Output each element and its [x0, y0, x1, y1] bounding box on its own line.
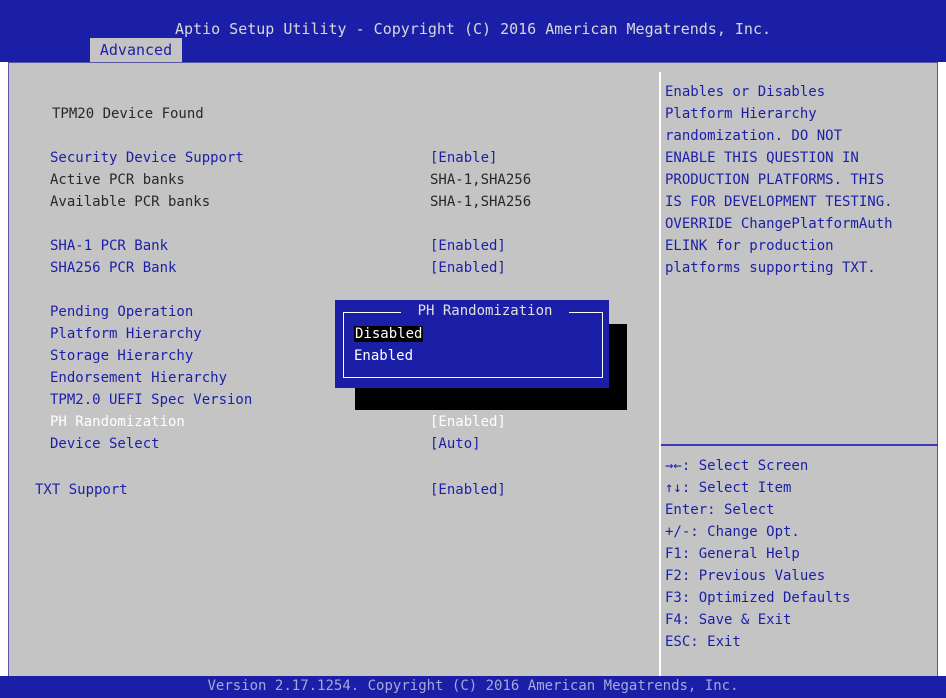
endorsement-hierarchy-item[interactable]: Endorsement Hierarchy	[50, 370, 227, 386]
pending-operation-item[interactable]: Pending Operation	[50, 304, 193, 320]
device-found-text: TPM20 Device Found	[52, 106, 204, 122]
key-hint-select-item: ↑↓: Select Item	[665, 480, 792, 496]
help-line: OVERRIDE ChangePlatformAuth	[665, 216, 893, 232]
popup-option-disabled[interactable]: Disabled	[354, 326, 424, 342]
ph-randomization-item[interactable]: PH Randomization	[50, 414, 185, 430]
popup-frame	[343, 312, 603, 378]
help-separator	[661, 444, 938, 446]
help-divider	[659, 72, 661, 676]
ph-randomization-value[interactable]: [Enabled]	[430, 414, 506, 430]
help-line: Platform Hierarchy	[665, 106, 817, 122]
storage-hierarchy-item[interactable]: Storage Hierarchy	[50, 348, 193, 364]
app-title: Aptio Setup Utility - Copyright (C) 2016…	[174, 20, 772, 38]
version-text: Version 2.17.1254. Copyright (C) 2016 Am…	[207, 678, 739, 694]
popup-frame-top-right	[569, 312, 603, 313]
security-device-support-value[interactable]: [Enable]	[430, 150, 497, 166]
help-line: platforms supporting TXT.	[665, 260, 876, 276]
active-pcr-banks-value: SHA-1,SHA256	[430, 172, 532, 188]
key-hint-enter: Enter: Select	[665, 502, 775, 518]
popup-option-enabled[interactable]: Enabled	[354, 348, 413, 364]
key-hint-select-screen: →←: Select Screen	[665, 458, 809, 474]
platform-hierarchy-item[interactable]: Platform Hierarchy	[50, 326, 202, 342]
help-line: IS FOR DEVELOPMENT TESTING.	[665, 194, 893, 210]
available-pcr-banks-label: Available PCR banks	[50, 194, 211, 210]
sha256-pcr-bank-item[interactable]: SHA256 PCR Bank	[50, 260, 176, 276]
help-line: PRODUCTION PLATFORMS. THIS	[665, 172, 885, 188]
key-hint-optimized-defaults: F3: Optimized Defaults	[665, 590, 851, 606]
txt-support-item[interactable]: TXT Support	[35, 482, 128, 498]
tab-advanced[interactable]: Advanced	[90, 38, 182, 62]
help-line: ENABLE THIS QUESTION IN	[665, 150, 859, 166]
popup-title: PH Randomization	[417, 303, 553, 319]
txt-support-value[interactable]: [Enabled]	[430, 482, 506, 498]
sha256-pcr-bank-value[interactable]: [Enabled]	[430, 260, 506, 276]
help-line: ELINK for production	[665, 238, 834, 254]
sha1-pcr-bank-value[interactable]: [Enabled]	[430, 238, 506, 254]
key-hint-general-help: F1: General Help	[665, 546, 800, 562]
key-hint-save-exit: F4: Save & Exit	[665, 612, 792, 628]
sha1-pcr-bank-item[interactable]: SHA-1 PCR Bank	[50, 238, 168, 254]
key-hint-change-opt: +/-: Change Opt.	[665, 524, 800, 540]
help-line: randomization. DO NOT	[665, 128, 843, 144]
device-select-value[interactable]: [Auto]	[430, 436, 481, 452]
popup-frame-top-left	[343, 312, 401, 313]
available-pcr-banks-value: SHA-1,SHA256	[430, 194, 532, 210]
active-pcr-banks-label: Active PCR banks	[50, 172, 185, 188]
help-line: Enables or Disables	[665, 84, 826, 100]
device-select-item[interactable]: Device Select	[50, 436, 160, 452]
key-hint-esc-exit: ESC: Exit	[665, 634, 741, 650]
key-hint-previous-values: F2: Previous Values	[665, 568, 826, 584]
tpm20-uefi-spec-version-item[interactable]: TPM2.0 UEFI Spec Version	[50, 392, 252, 408]
security-device-support-item[interactable]: Security Device Support	[50, 150, 244, 166]
